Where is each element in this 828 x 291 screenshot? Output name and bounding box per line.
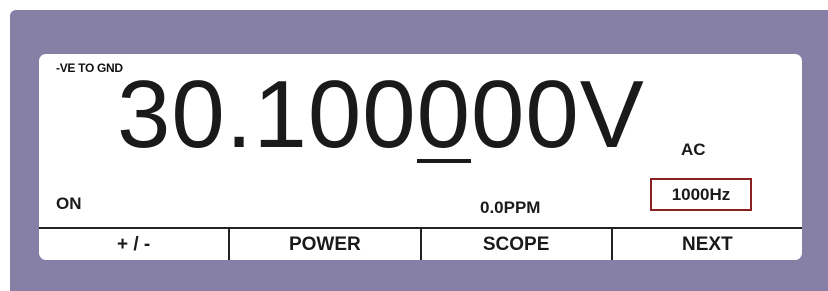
softkey-power[interactable]: POWER [230,229,422,260]
coupling-label: AC [681,140,706,159]
reading-cursor-digit[interactable]: 0 [416,67,472,163]
frequency-field[interactable]: 1000Hz [650,178,752,211]
softkey-polarity[interactable]: + / - [39,229,231,260]
deviation-readout: 0.0PPM [480,198,541,217]
mode-label: -VE TO GND [56,61,123,75]
display-screen: -VE TO GND 30.100000V AC ON 0.0PPM 1000H… [39,54,802,260]
reading-prefix: 30.100 [117,61,417,168]
softkey-scope[interactable]: SCOPE [422,229,613,260]
output-state: ON [56,194,82,213]
softkey-bar: + / - POWER SCOPE NEXT [39,227,802,260]
softkey-next[interactable]: NEXT [613,229,802,260]
reading-suffix: 00V [471,61,645,168]
main-reading: 30.100000V [117,60,645,170]
